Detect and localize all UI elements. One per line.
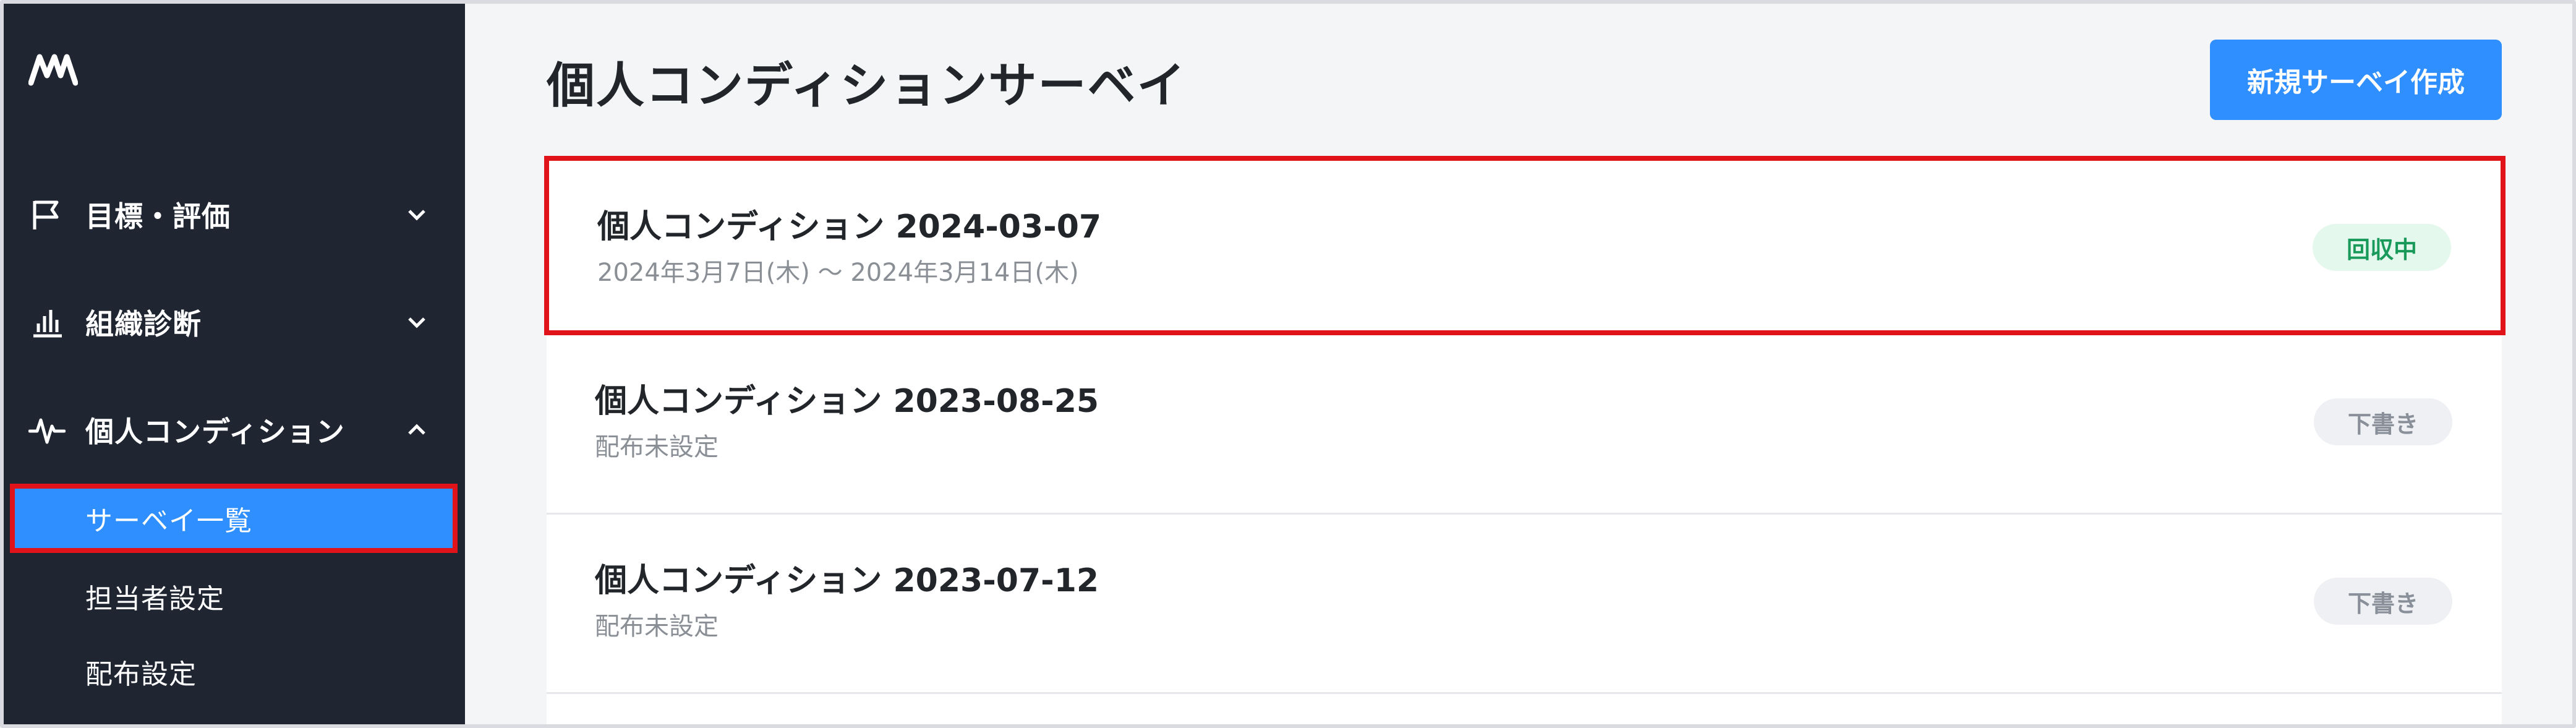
nav-goals-evaluation[interactable]: 目標・評価 <box>4 181 465 249</box>
pulse-icon <box>28 411 66 448</box>
sidebar-item-survey-list[interactable]: サーベイ一覧 <box>10 484 458 553</box>
app-window: 目標・評価 組織診断 個人コンディション サーベイ一覧 担当者設定 配布設定 個… <box>0 0 2576 728</box>
sidebar-item-label: サーベイ一覧 <box>85 505 252 537</box>
chevron-down-icon[interactable] <box>399 197 434 232</box>
page-title: 個人コンディションサーベイ <box>547 58 1187 114</box>
status-badge: 回収中 <box>2313 224 2451 271</box>
survey-list: 個人コンディション 2024-03-07 2024年3月7日(木) 〜 2024… <box>544 156 2506 724</box>
sidebar-item-distribution-settings[interactable]: 配布設定 <box>10 637 458 706</box>
nav-org-diagnosis[interactable]: 組織診断 <box>4 288 465 356</box>
survey-title: 個人コンディション 2023-08-25 <box>595 383 1099 420</box>
survey-title: 個人コンディション 2023-07-12 <box>595 562 1099 599</box>
sidebar-item-label: 配布設定 <box>85 659 197 690</box>
nav-personal-condition-label: 個人コンディション <box>85 415 345 448</box>
sidebar-item-label: 担当者設定 <box>85 583 224 615</box>
new-survey-button[interactable]: 新規サーベイ作成 <box>2210 40 2502 120</box>
nav-personal-condition[interactable]: 個人コンディション <box>4 396 465 464</box>
sidebar-item-assignee-settings[interactable]: 担当者設定 <box>10 562 458 631</box>
nav-org-diagnosis-label: 組織診断 <box>85 307 202 341</box>
logo-icon[interactable] <box>28 51 79 88</box>
chevron-up-icon[interactable] <box>399 413 434 447</box>
survey-period: 配布未設定 <box>595 433 719 461</box>
survey-row[interactable]: 個人コンディション 2023-08-25 配布未設定 下書き <box>547 335 2502 515</box>
flag-icon <box>28 196 66 233</box>
survey-period: 2024年3月7日(木) 〜 2024年3月14日(木) <box>597 259 1079 287</box>
survey-row[interactable]: 個人コンディション 2023-07-12 配布未設定 下書き <box>547 515 2502 694</box>
status-badge: 下書き <box>2314 578 2452 625</box>
nav-goals-evaluation-label: 目標・評価 <box>85 200 231 233</box>
sidebar: 目標・評価 組織診断 個人コンディション サーベイ一覧 担当者設定 配布設定 <box>4 4 465 724</box>
survey-row[interactable]: 個人コンディション 2024-03-07 2024年3月7日(木) 〜 2024… <box>544 156 2506 335</box>
chevron-down-icon[interactable] <box>399 305 434 340</box>
survey-period: 配布未設定 <box>595 612 719 641</box>
survey-title: 個人コンディション 2024-03-07 <box>597 208 1102 246</box>
status-badge: 下書き <box>2314 398 2452 445</box>
bar-chart-icon <box>28 304 66 341</box>
